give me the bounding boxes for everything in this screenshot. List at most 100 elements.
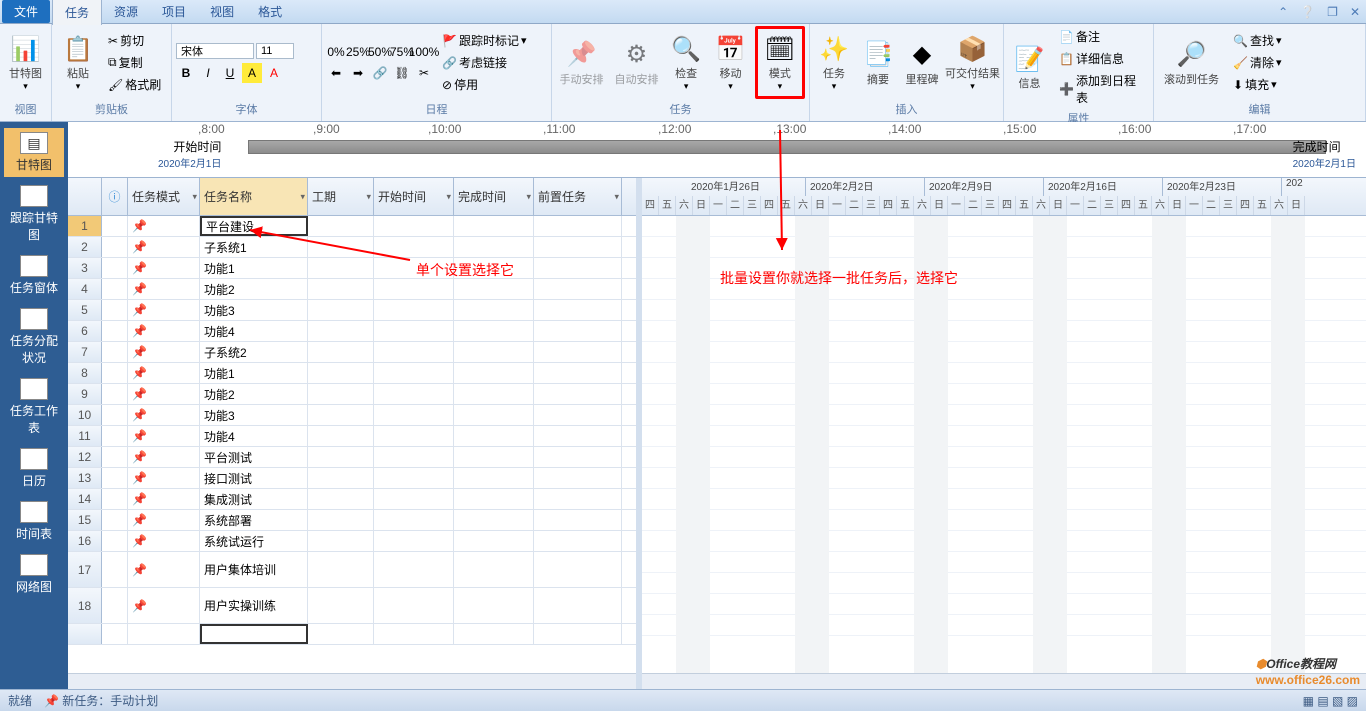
tab-resource[interactable]: 资源 — [102, 0, 150, 24]
row-pred[interactable] — [534, 510, 622, 530]
row-mode[interactable]: 📌 — [128, 588, 200, 623]
row-info[interactable] — [102, 405, 128, 425]
tab-format[interactable]: 格式 — [246, 0, 294, 24]
table-row[interactable]: 4📌功能2 — [68, 279, 636, 300]
row-pred[interactable] — [534, 216, 622, 236]
view-shortcut-icons[interactable]: ▦ ▤ ▧ ▨ — [1303, 694, 1358, 708]
row-index[interactable]: 2 — [68, 237, 102, 257]
row-duration[interactable] — [308, 447, 374, 467]
row-finish[interactable] — [454, 363, 534, 383]
row-duration[interactable] — [308, 300, 374, 320]
row-duration[interactable] — [308, 258, 374, 278]
table-row[interactable]: 13📌接口测试 — [68, 468, 636, 489]
row-info[interactable] — [102, 342, 128, 362]
row-start[interactable] — [374, 426, 454, 446]
row-index[interactable]: 8 — [68, 363, 102, 383]
table-row[interactable]: 16 📌系统试运行 — [68, 531, 636, 552]
row-name[interactable]: 接口测试 — [200, 468, 308, 488]
gantt-view-button[interactable]: 📊甘特图▾ — [4, 29, 47, 96]
bg-color-button[interactable]: A — [242, 63, 262, 83]
col-header-name[interactable]: 任务名称▾ — [200, 178, 308, 215]
timeline-pane[interactable]: ,8:00,9:00,10:00,11:00,12:00,13:00,14:00… — [68, 122, 1366, 178]
row-name[interactable]: 功能4 — [200, 321, 308, 341]
row-name[interactable]: 功能1 — [200, 363, 308, 383]
row-pred[interactable] — [534, 300, 622, 320]
notes-button[interactable]: 📄备注 — [1055, 26, 1149, 47]
row-pred[interactable] — [534, 447, 622, 467]
row-info[interactable] — [102, 426, 128, 446]
table-row[interactable]: 9📌功能2 — [68, 384, 636, 405]
link-button[interactable]: 🔗 — [370, 63, 390, 83]
row-info[interactable] — [102, 258, 128, 278]
col-header-mode[interactable]: 任务模式▾ — [128, 178, 200, 215]
fill-button[interactable]: ⬇填充▾ — [1229, 74, 1286, 95]
row-duration[interactable] — [308, 468, 374, 488]
row-info[interactable] — [102, 510, 128, 530]
move-button[interactable]: 📅移动▾ — [710, 29, 750, 96]
row-index[interactable]: 18 — [68, 588, 102, 623]
table-row[interactable]: 14📌集成测试 — [68, 489, 636, 510]
italic-button[interactable]: I — [198, 63, 218, 83]
row-index[interactable]: 16 — [68, 531, 102, 551]
row-pred[interactable] — [534, 237, 622, 257]
row-name[interactable]: 功能2 — [200, 279, 308, 299]
row-mode[interactable]: 📌 — [128, 216, 200, 236]
scroll-to-task-button[interactable]: 🔎滚动到任务 — [1158, 35, 1225, 91]
row-mode[interactable]: 📌 — [128, 447, 200, 467]
row-info[interactable] — [102, 363, 128, 383]
row-mode[interactable]: 📌 — [128, 363, 200, 383]
row-start[interactable] — [374, 468, 454, 488]
bold-button[interactable]: B — [176, 63, 196, 83]
status-mode[interactable]: 📌 新任务：手动计划 — [44, 692, 158, 709]
row-start[interactable] — [374, 300, 454, 320]
row-mode[interactable]: 📌 — [128, 531, 200, 551]
col-header-finish[interactable]: 完成时间▾ — [454, 178, 534, 215]
row-name[interactable]: 平台建设 — [200, 216, 308, 236]
row-start[interactable] — [374, 321, 454, 341]
row-info[interactable] — [102, 216, 128, 236]
font-color-button[interactable]: A — [264, 63, 284, 83]
row-name[interactable]: 用户实操训练 — [200, 588, 308, 623]
row-index[interactable]: 5 — [68, 300, 102, 320]
row-pred[interactable] — [534, 321, 622, 341]
row-index[interactable]: 1 — [68, 216, 102, 236]
row-index[interactable]: 3 — [68, 258, 102, 278]
row-pred[interactable] — [534, 363, 622, 383]
row-mode[interactable]: 📌 — [128, 342, 200, 362]
copy-button[interactable]: ⧉复制 — [104, 52, 165, 73]
view-calendar[interactable]: ▦日历 — [4, 444, 64, 493]
row-mode[interactable]: 📌 — [128, 489, 200, 509]
view-task-usage[interactable]: ▦任务分配状况 — [4, 304, 64, 370]
track-mark-button[interactable]: 🚩跟踪时标记▾ — [438, 30, 531, 51]
row-info[interactable] — [102, 447, 128, 467]
row-pred[interactable] — [534, 342, 622, 362]
row-mode[interactable]: 📌 — [128, 237, 200, 257]
table-row[interactable]: 3📌功能1 — [68, 258, 636, 279]
row-mode[interactable]: 📌 — [128, 552, 200, 587]
table-row[interactable]: 10📌功能3 — [68, 405, 636, 426]
row-start[interactable] — [374, 363, 454, 383]
paste-button[interactable]: 📋粘贴▾ — [56, 29, 100, 96]
tab-view[interactable]: 视图 — [198, 0, 246, 24]
row-duration[interactable] — [308, 510, 374, 530]
add-timeline-button[interactable]: ➕添加到日程表 — [1055, 70, 1149, 108]
row-name[interactable]: 系统试运行 — [200, 531, 308, 551]
row-index[interactable]: 4 — [68, 279, 102, 299]
tab-file[interactable]: 文件 — [2, 0, 50, 23]
row-finish[interactable] — [454, 552, 534, 587]
gantt-chart[interactable]: 2020年1月26日2020年2月2日2020年2月9日2020年2月16日20… — [642, 178, 1366, 689]
view-tracking-gantt[interactable]: ▤跟踪甘特图 — [4, 181, 64, 247]
format-painter-button[interactable]: 🖌格式刷 — [104, 74, 165, 95]
row-mode[interactable]: 📌 — [128, 426, 200, 446]
row-duration[interactable] — [308, 216, 374, 236]
row-mode[interactable]: 📌 — [128, 468, 200, 488]
row-start[interactable] — [374, 447, 454, 467]
row-info[interactable] — [102, 489, 128, 509]
row-start[interactable] — [374, 237, 454, 257]
row-mode[interactable]: 📌 — [128, 384, 200, 404]
row-mode[interactable]: 📌 — [128, 321, 200, 341]
row-index[interactable]: 14 — [68, 489, 102, 509]
row-start[interactable] — [374, 489, 454, 509]
row-mode[interactable]: 📌 — [128, 510, 200, 530]
row-start[interactable] — [374, 510, 454, 530]
